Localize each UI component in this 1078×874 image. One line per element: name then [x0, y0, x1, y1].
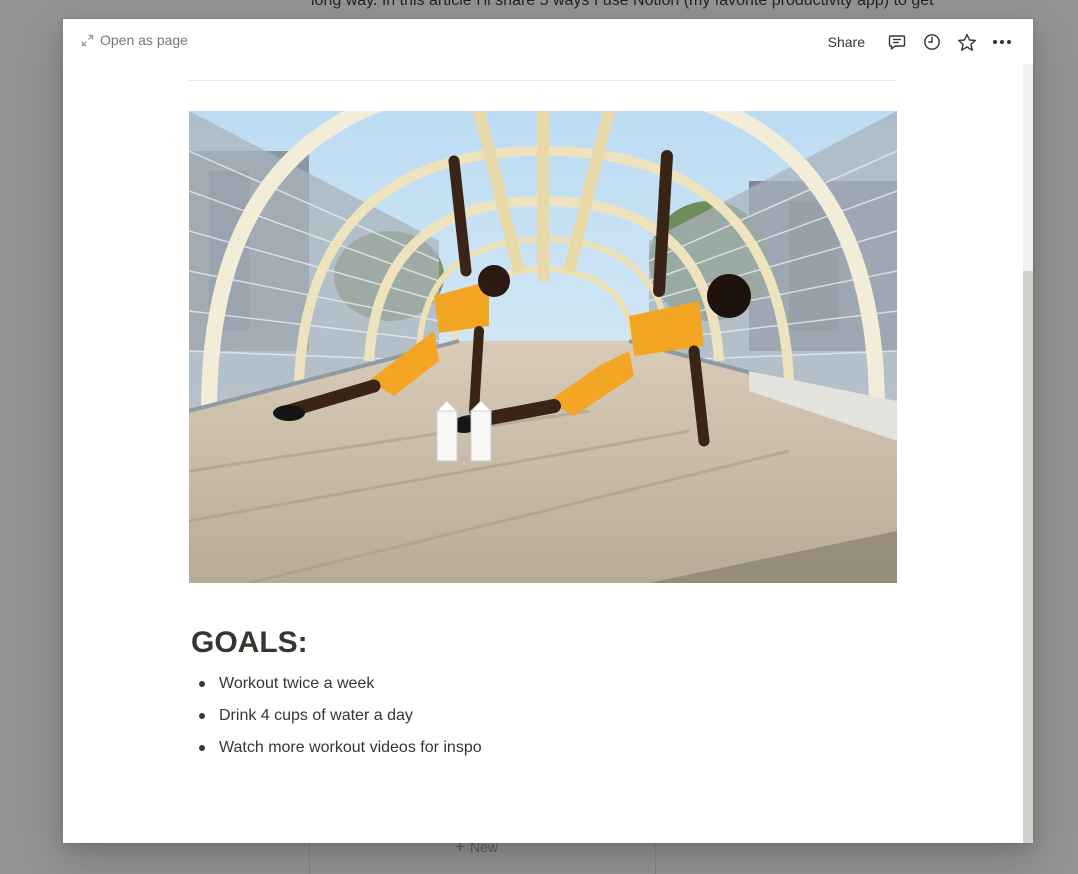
goal-text: Watch more workout videos for inspo — [219, 739, 482, 756]
favorite-button[interactable] — [949, 30, 984, 54]
updates-button[interactable] — [914, 30, 949, 54]
goals-heading: GOALS: — [191, 626, 308, 659]
open-as-page-button[interactable]: Open as page — [81, 32, 188, 48]
list-item[interactable]: Workout twice a week — [191, 672, 482, 704]
open-as-page-label: Open as page — [100, 32, 188, 48]
more-options-button[interactable] — [984, 30, 1019, 54]
history-clock-icon — [923, 33, 941, 51]
workout-photo — [189, 111, 897, 583]
more-dots-icon — [992, 39, 1012, 45]
goal-text: Drink 4 cups of water a day — [219, 707, 413, 724]
goal-text: Workout twice a week — [219, 675, 375, 692]
scrollbar[interactable] — [1023, 64, 1033, 843]
scrollbar-thumb[interactable] — [1023, 271, 1033, 843]
bullet-icon — [199, 681, 205, 687]
goals-list: Workout twice a week Drink 4 cups of wat… — [191, 672, 482, 768]
comment-icon — [888, 34, 906, 51]
bullet-icon — [199, 745, 205, 751]
share-button[interactable]: Share — [820, 31, 873, 53]
list-item[interactable]: Watch more workout videos for inspo — [191, 736, 482, 768]
topbar-actions: Share — [820, 30, 1019, 54]
divider — [189, 80, 897, 81]
page-peek-modal: Open as page Share GOALS: Workout twice … — [63, 19, 1033, 843]
modal-topbar: Open as page Share — [63, 19, 1033, 64]
bullet-icon — [199, 713, 205, 719]
expand-diagonal-icon — [81, 34, 94, 47]
star-icon — [957, 33, 977, 52]
list-item[interactable]: Drink 4 cups of water a day — [191, 704, 482, 736]
comments-button[interactable] — [879, 30, 914, 54]
